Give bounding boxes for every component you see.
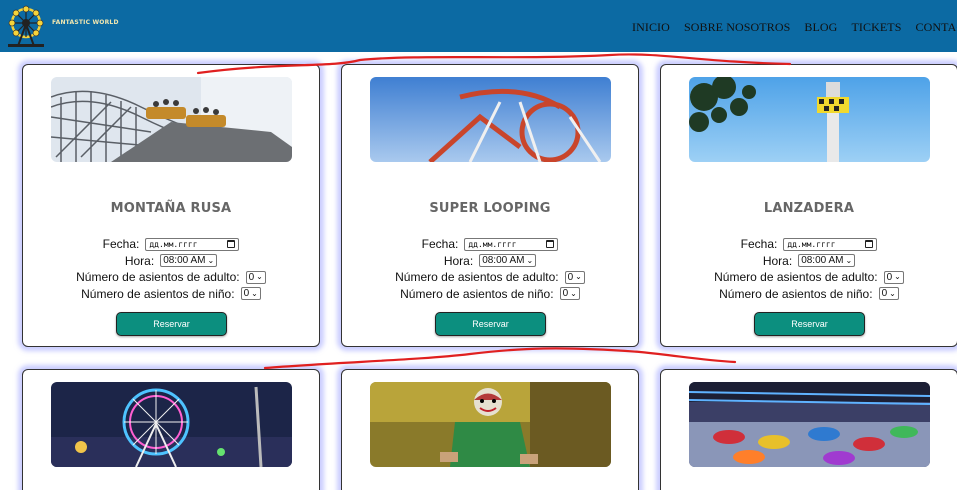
ride-photo-drop-tower [689,77,930,162]
ride-card-ferris-wheel [22,369,320,490]
chevron-down-icon: ⌄ [256,272,263,282]
ride-card-super-looping: SUPER LOOPING Fecha: дд.мм.гггг Hora: 08… [341,64,639,347]
booking-form: Fecha: дд.мм.гггг Hora: 08:00 AM ⌄ Número… [342,236,638,302]
chevron-down-icon: ⌄ [526,255,534,265]
ride-title: LANZADERA [763,201,855,216]
nav-contact[interactable]: CONTACT [915,20,957,34]
calendar-icon[interactable] [865,240,874,249]
adult-seats-label: Número de asientos de adulto: [76,270,240,285]
child-seats-select[interactable]: 0 ⌄ [240,287,261,301]
ride-card-montana-rusa: MONTAÑA RUSA Fecha: дд.мм.гггг Hora: 08:… [22,64,320,347]
booking-form: Fecha: дд.мм.гггг Hora: 08:00 AM ⌄ Número… [23,236,319,302]
chevron-down-icon: ⌄ [889,288,896,298]
reserve-button[interactable]: Reservar [754,312,865,336]
child-seats-label: Número de asientos de niño: [400,286,554,301]
time-value: 08:00 AM [801,255,844,267]
time-value: 08:00 AM [163,255,206,267]
ride-title: SUPER LOOPING [429,201,551,216]
child-seats-value: 0 [243,288,250,300]
ferris-wheel-logo-icon[interactable] [4,4,48,48]
child-seats-label: Número de asientos de niño: [81,286,235,301]
adult-seats-value: 0 [567,271,574,283]
ride-title: MONTAÑA RUSA [110,201,232,216]
calendar-icon[interactable] [227,240,236,249]
ride-photo-ferris-wheel [51,382,292,467]
ride-photo-clown [370,382,611,467]
time-select[interactable]: 08:00 AM ⌄ [160,254,218,268]
date-label: Fecha: [421,237,459,252]
reserve-button[interactable]: Reservar [435,312,546,336]
time-select[interactable]: 08:00 AM ⌄ [479,254,537,268]
date-input[interactable]: дд.мм.гггг [145,237,240,251]
chevron-down-icon: ⌄ [251,288,258,298]
adult-seats-select[interactable]: 0 ⌄ [883,270,904,284]
chevron-down-icon: ⌄ [207,255,215,265]
ride-photo-roller-coaster [51,77,292,162]
child-seats-value: 0 [881,288,888,300]
date-placeholder: дд.мм.гггг [149,239,198,249]
child-seats-value: 0 [562,288,569,300]
date-placeholder: дд.мм.гггг [787,239,836,249]
ride-photo-looping [370,77,611,162]
date-input[interactable]: дд.мм.гггг [783,237,878,251]
time-select[interactable]: 08:00 AM ⌄ [798,254,856,268]
adult-seats-value: 0 [886,271,893,283]
chevron-down-icon: ⌄ [845,255,853,265]
child-seats-select[interactable]: 0 ⌄ [878,287,899,301]
calendar-icon[interactable] [546,240,555,249]
nav-tickets[interactable]: TICKETS [851,20,901,34]
ride-card-lanzadera: LANZADERA Fecha: дд.мм.гггг Hora: 08:00 … [660,64,957,347]
ride-card-horror [341,369,639,490]
child-seats-select[interactable]: 0 ⌄ [559,287,580,301]
chevron-down-icon: ⌄ [894,272,901,282]
booking-form: Fecha: дд.мм.гггг Hora: 08:00 AM ⌄ Número… [661,236,957,302]
ride-photo-bumper-cars [689,382,930,467]
date-input[interactable]: дд.мм.гггг [464,237,559,251]
time-value: 08:00 AM [482,255,525,267]
chevron-down-icon: ⌄ [570,288,577,298]
chevron-down-icon: ⌄ [575,272,582,282]
date-placeholder: дд.мм.гггг [468,239,517,249]
time-label: Hora: [443,253,474,268]
time-label: Hora: [762,253,793,268]
nav-blog[interactable]: BLOG [804,20,837,34]
adult-seats-select[interactable]: 0 ⌄ [564,270,585,284]
time-label: Hora: [124,253,155,268]
date-label: Fecha: [740,237,778,252]
ride-card-bumper-cars [660,369,957,490]
child-seats-label: Número de asientos de niño: [719,286,873,301]
nav-sobre-nosotros[interactable]: SOBRE NOSOTROS [684,20,790,34]
brand-name[interactable]: FANTASTIC WORLD [52,19,119,26]
nav-inicio[interactable]: INICIO [632,20,670,34]
main-nav: INICIO SOBRE NOSOTROS BLOG TICKETS CONTACT [632,18,957,36]
adult-seats-select[interactable]: 0 ⌄ [245,270,266,284]
reserve-button[interactable]: Reservar [116,312,227,336]
date-label: Fecha: [102,237,140,252]
adult-seats-value: 0 [248,271,255,283]
adult-seats-label: Número de asientos de adulto: [395,270,559,285]
top-navbar: FANTASTIC WORLD INICIO SOBRE NOSOTROS BLOG… [0,0,957,52]
adult-seats-label: Número de asientos de adulto: [714,270,878,285]
